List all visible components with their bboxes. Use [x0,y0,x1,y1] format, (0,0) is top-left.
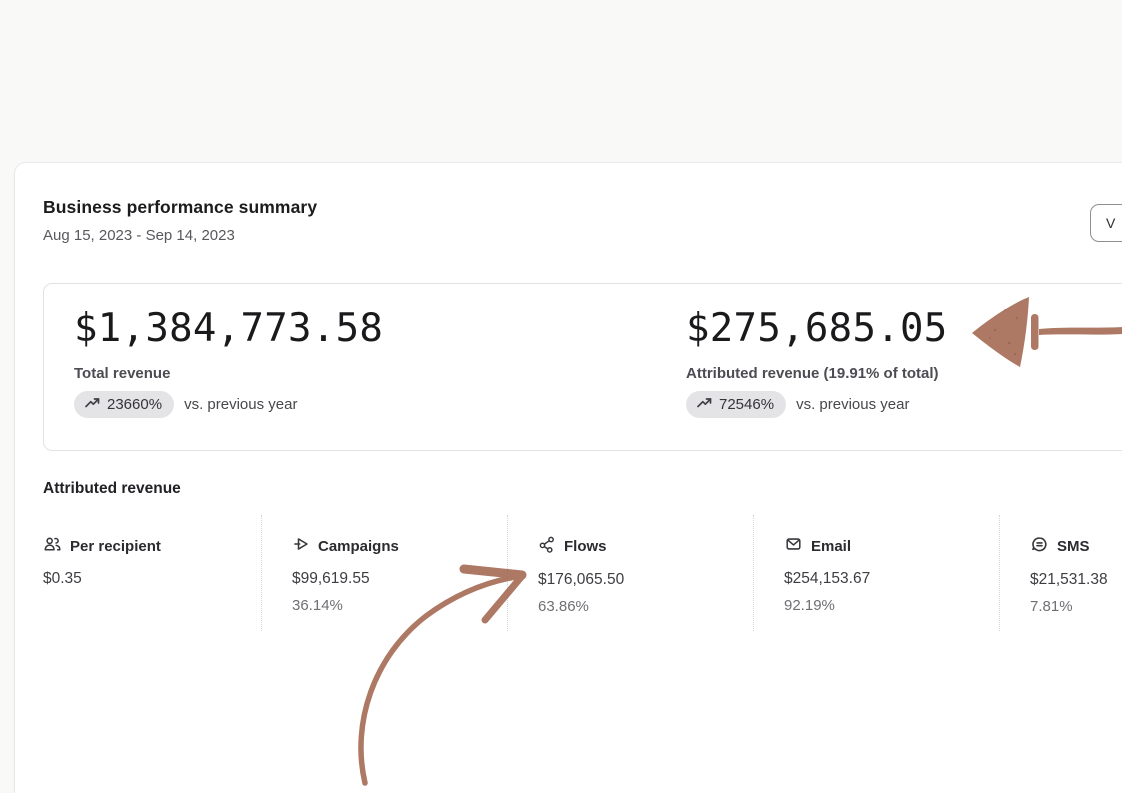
total-revenue-stat: $1,384,773.58 Total revenue 23660% vs. p… [74,306,686,428]
page: { "header": { "title": "Business perform… [0,0,1122,793]
attributed-revenue-change-badge: 72546% [686,391,786,418]
attributed-revenue-stat: $275,685.05 Attributed revenue (19.91% o… [686,306,948,428]
metric-percent: 36.14% [292,597,497,614]
metric-label: Flows [564,538,607,555]
total-revenue-change-badge: 23660% [74,391,174,418]
metric-flows: Flows $176,065.50 63.86% [507,515,753,631]
attributed-revenue-metrics-row: Per recipient $0.35 Campaigns $99,619.55… [43,515,1122,631]
total-revenue-change-value: 23660% [107,396,162,413]
attributed-revenue-section-heading: Attributed revenue [43,480,181,498]
page-title: Business performance summary [43,197,317,218]
date-range: Aug 15, 2023 - Sep 14, 2023 [43,227,235,244]
metric-label: Campaigns [318,538,399,555]
attributed-revenue-label: Attributed revenue (19.91% of total) [686,365,948,382]
people-icon [43,535,62,557]
metric-percent: 7.81% [1030,598,1122,615]
attributed-revenue-value: $275,685.05 [686,306,948,353]
metric-sms: SMS $21,531.38 7.81% [999,515,1122,631]
metric-label: SMS [1057,538,1090,555]
attributed-revenue-change-value: 72546% [719,396,774,413]
revenue-summary-box: $1,384,773.58 Total revenue 23660% vs. p… [43,283,1122,451]
metric-email: Email $254,153.67 92.19% [753,515,999,631]
view-button[interactable]: V [1090,204,1122,242]
sms-icon [1030,535,1049,558]
business-performance-card: Business performance summary Aug 15, 202… [14,162,1122,793]
metric-per-recipient: Per recipient $0.35 [43,515,261,631]
metric-label: Per recipient [70,538,161,555]
metric-label: Email [811,538,851,555]
attributed-revenue-comparison: vs. previous year [796,396,909,413]
metric-percent: 63.86% [538,598,743,615]
total-revenue-label: Total revenue [74,365,686,382]
metric-value: $254,153.67 [784,570,989,588]
metric-value: $0.35 [43,570,251,588]
trend-up-icon [696,395,713,414]
metric-percent: 92.19% [784,597,989,614]
view-button-label: V [1106,215,1115,231]
flow-icon [538,535,556,558]
metric-value: $176,065.50 [538,571,743,589]
metric-value: $21,531.38 [1030,571,1122,589]
total-revenue-comparison: vs. previous year [184,396,297,413]
email-icon [784,535,803,557]
trend-up-icon [84,395,101,414]
total-revenue-value: $1,384,773.58 [74,306,686,353]
metric-campaigns: Campaigns $99,619.55 36.14% [261,515,507,631]
attributed-revenue-change-row: 72546% vs. previous year [686,391,948,418]
total-revenue-change-row: 23660% vs. previous year [74,391,686,418]
metric-value: $99,619.55 [292,570,497,588]
send-icon [292,535,310,557]
